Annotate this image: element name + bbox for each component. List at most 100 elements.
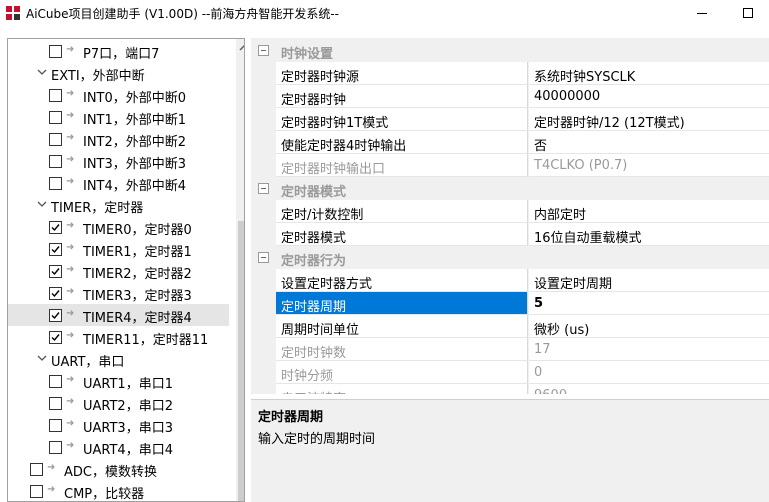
tree-item-label: P7口，端口7 [83, 47, 160, 62]
minimize-button[interactable] [680, 0, 724, 26]
property-category[interactable]: 定时器模式 [251, 177, 769, 200]
tree-item-label: UART1，串口1 [83, 377, 173, 392]
checkbox[interactable] [49, 441, 62, 454]
property-value-cell[interactable]: 16位自动重载模式 [529, 223, 769, 246]
property-value-cell[interactable]: 系统时钟SYSCLK [529, 62, 769, 85]
property-name-cell[interactable]: 串口波特率 [276, 384, 528, 394]
checkbox[interactable] [49, 375, 62, 388]
checkbox[interactable] [49, 89, 62, 102]
tree-item[interactable]: ➜ TIMER3，定时器3 [8, 282, 229, 304]
property-value-cell[interactable]: 微秒 (us) [529, 315, 769, 338]
tree-item[interactable]: ➜ INT0，外部中断0 [8, 84, 229, 106]
checkbox-checked[interactable] [49, 265, 62, 278]
property-grid[interactable]: 时钟设置 定时器时钟源 系统时钟SYSCLK 定时器时钟 40000000 定时器时钟1T… [251, 38, 769, 394]
collapse-icon[interactable] [258, 252, 269, 263]
property-name-cell[interactable]: 定时器时钟源 [276, 62, 528, 85]
title-bar: AiCube项目创建助手 (V1.00D) --前海方舟智能开发系统-- [0, 0, 769, 28]
tree-item[interactable]: ➜ CMP，比较器 [8, 480, 229, 501]
tree-item[interactable]: ➜ TIMER11，定时器11 [8, 326, 229, 348]
tree-item[interactable]: ➜ INT1，外部中断1 [8, 106, 229, 128]
property-row[interactable]: 使能定时器4时钟输出 否 [251, 131, 769, 154]
property-name-cell[interactable]: 使能定时器4时钟输出 [276, 131, 528, 154]
tree-item[interactable]: ➜ TIMER0，定时器0 [8, 216, 229, 238]
property-row[interactable]: 时钟分频 0 [251, 361, 769, 384]
property-value-cell[interactable]: 定时器时钟/12 (12T模式) [529, 108, 769, 131]
chevron-down-icon[interactable] [36, 198, 48, 210]
property-row[interactable]: 定时器时钟1T模式 定时器时钟/12 (12T模式) [251, 108, 769, 131]
property-name-cell[interactable]: 定时器时钟1T模式 [276, 108, 528, 131]
checkbox-checked[interactable] [49, 309, 62, 322]
property-row[interactable]: 定时器模式 16位自动重载模式 [251, 223, 769, 246]
property-name-cell[interactable]: 时钟分频 [276, 361, 528, 384]
property-value-cell[interactable]: 内部定时 [529, 200, 769, 223]
checkbox[interactable] [49, 397, 62, 410]
property-value-cell: 0 [529, 361, 769, 384]
property-name-cell[interactable]: 定时/计数控制 [276, 200, 528, 223]
property-name-cell[interactable]: 周期时间单位 [276, 315, 528, 338]
tree-item[interactable]: ➜ UART2，串口2 [8, 392, 229, 414]
checkbox[interactable] [49, 45, 62, 58]
tree-item[interactable]: ➜ INT4，外部中断4 [8, 172, 229, 194]
property-name-cell[interactable]: 定时时钟数 [276, 338, 528, 361]
property-name-cell[interactable]: 设置定时器方式 [276, 269, 528, 292]
checkbox-checked[interactable] [49, 221, 62, 234]
property-name-cell[interactable]: 定时器时钟输出口 [276, 154, 528, 177]
tree-item[interactable]: ➜ TIMER4，定时器4 [8, 304, 229, 326]
tree-item[interactable]: ➜ TIMER2，定时器2 [8, 260, 229, 282]
property-row[interactable]: 定时器周期 5 [251, 292, 769, 315]
property-name-cell[interactable]: 定时器时钟 [276, 85, 528, 108]
tree-item[interactable]: ➜ INT3，外部中断3 [8, 150, 229, 172]
chevron-down-icon[interactable] [36, 352, 48, 364]
tree-item[interactable]: ➜ INT2，外部中断2 [8, 128, 229, 150]
tree-item[interactable]: EXTI，外部中断 [8, 62, 229, 84]
property-row[interactable]: 设置定时器方式 设置定时周期 [251, 269, 769, 292]
collapse-icon[interactable] [258, 183, 269, 194]
tree-item-label: INT3，外部中断3 [83, 157, 187, 172]
property-row[interactable]: 定时/计数控制 内部定时 [251, 200, 769, 223]
checkbox[interactable] [49, 419, 62, 432]
tree-item[interactable]: ➜ P7口，端口7 [8, 40, 229, 62]
checkbox[interactable] [49, 133, 62, 146]
property-category[interactable]: 时钟设置 [251, 39, 769, 62]
property-row[interactable]: 周期时间单位 微秒 (us) [251, 315, 769, 338]
tree-item-label: TIMER1，定时器1 [83, 245, 192, 260]
property-value-cell[interactable]: 设置定时周期 [529, 269, 769, 292]
property-value-cell[interactable]: 40000000 [529, 85, 769, 108]
checkbox[interactable] [30, 485, 43, 498]
tree-item[interactable]: ➜ TIMER1，定时器1 [8, 238, 229, 260]
checkbox[interactable] [49, 177, 62, 190]
tree-item[interactable]: ➜ UART4，串口4 [8, 436, 229, 458]
checkbox[interactable] [30, 463, 43, 476]
maximize-button[interactable] [726, 0, 769, 26]
scroll-thumb[interactable] [238, 221, 244, 501]
checkbox[interactable] [49, 111, 62, 124]
app-window: AiCube项目创建助手 (V1.00D) --前海方舟智能开发系统-- ➜ P7… [0, 0, 769, 502]
tree-item[interactable]: UART，串口 [8, 348, 229, 370]
peripheral-tree[interactable]: ➜ P7口，端口7 EXTI，外部中断 ➜ INT0，外部中断0 ➜ INT1，外部中断1 ➜… [7, 38, 245, 502]
checkbox-checked[interactable] [49, 243, 62, 256]
tree-item[interactable]: ➜ UART1，串口1 [8, 370, 229, 392]
checkbox-checked[interactable] [49, 331, 62, 344]
checkbox-checked[interactable] [49, 287, 62, 300]
property-row[interactable]: 定时时钟数 17 [251, 338, 769, 361]
chevron-down-icon[interactable] [36, 66, 48, 78]
tree-item[interactable]: ➜ ADC，模数转换 [8, 458, 229, 480]
tree-item[interactable]: ➜ UART3，串口3 [8, 414, 229, 436]
property-row[interactable]: 定时器时钟 40000000 [251, 85, 769, 108]
checkbox[interactable] [49, 155, 62, 168]
property-value-cell[interactable]: 否 [529, 131, 769, 154]
tree-scrollbar[interactable] [236, 39, 245, 501]
tree-item[interactable]: TIMER，定时器 [8, 194, 229, 216]
tree-item-label: TIMER2，定时器2 [83, 267, 192, 282]
property-row[interactable]: 定时器时钟源 系统时钟SYSCLK [251, 62, 769, 85]
property-row[interactable]: 串口波特率 9600 [251, 384, 769, 394]
property-value: 16位自动重载模式 [534, 231, 642, 246]
property-value-cell[interactable]: 5 [529, 292, 769, 315]
collapse-icon[interactable] [258, 45, 269, 56]
property-category[interactable]: 定时器行为 [251, 246, 769, 269]
arrow-right-icon: ➜ [66, 176, 75, 187]
property-name-cell[interactable]: 定时器周期 [276, 292, 528, 315]
property-row[interactable]: 定时器时钟输出口 T4CLKO (P0.7) [251, 154, 769, 177]
property-name-cell[interactable]: 定时器模式 [276, 223, 528, 246]
scroll-up-icon[interactable] [239, 43, 245, 53]
